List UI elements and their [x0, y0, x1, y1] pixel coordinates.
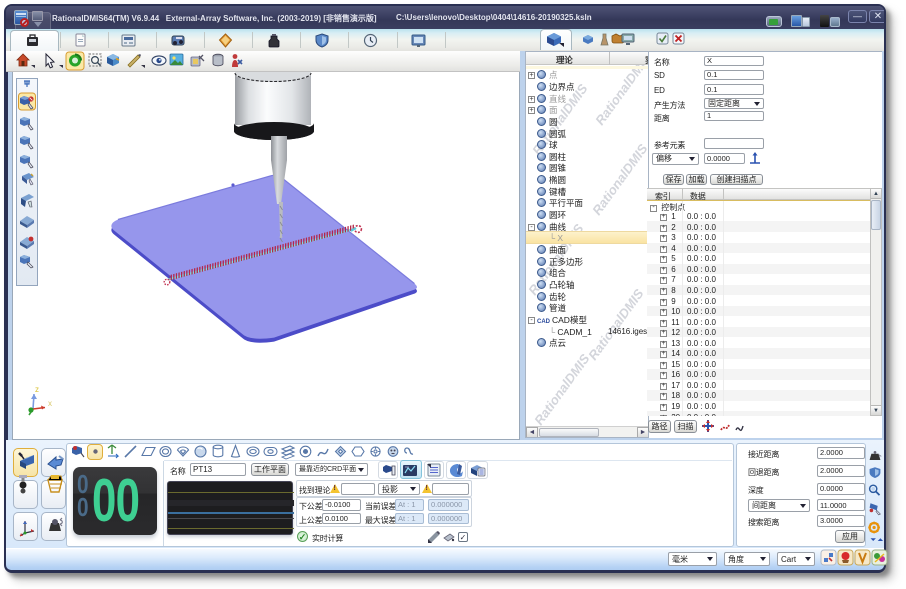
svg-text:z: z [35, 385, 39, 394]
svg-text:x: x [48, 399, 52, 408]
